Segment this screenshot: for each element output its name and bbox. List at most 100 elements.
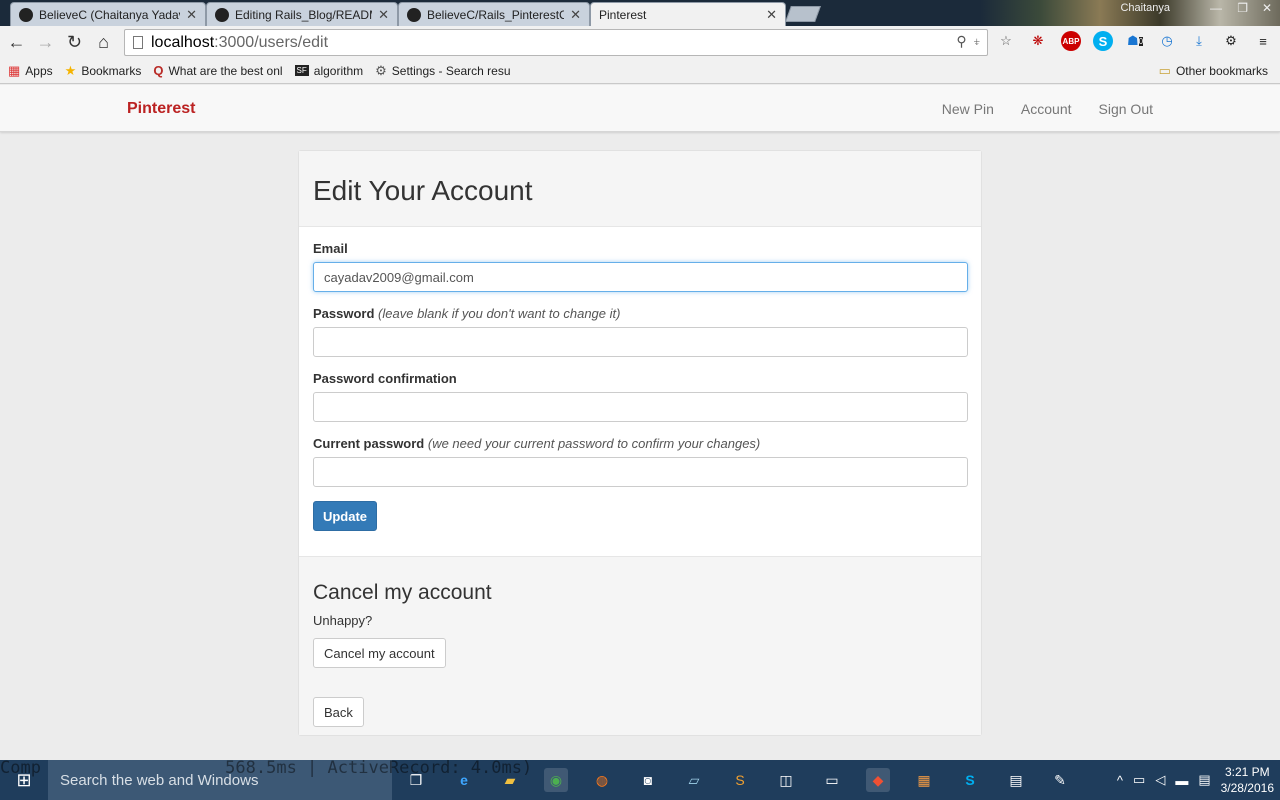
new-pin-link[interactable]: New Pin	[942, 101, 994, 117]
star-icon: ★	[64, 62, 77, 78]
new-tab-button[interactable]	[785, 6, 821, 22]
adblock-icon[interactable]: ABP	[1061, 31, 1081, 51]
current-password-group: Current password (we need your current p…	[313, 436, 968, 487]
forward-arrow-icon[interactable]: →	[31, 28, 60, 57]
notepad-icon[interactable]: ▱	[682, 768, 706, 792]
page-icon	[133, 36, 143, 49]
edit-account-panel: Edit Your Account Email Password (leave …	[298, 150, 982, 736]
current-password-label-text: Current password	[313, 436, 425, 451]
bookmark-star-icon[interactable]: ☆	[996, 31, 1016, 51]
other-bookmarks[interactable]: ▭ Other bookmarks	[1159, 63, 1268, 79]
password-label-text: Password	[313, 306, 375, 321]
office-icon[interactable]: ▦	[912, 768, 936, 792]
menu-icon[interactable]: ≡	[1253, 31, 1273, 51]
git-icon[interactable]: ◆	[866, 768, 890, 792]
web-page: Pinterest New Pin Account Sign Out Edit …	[0, 85, 1280, 760]
password-group: Password (leave blank if you don't want …	[313, 306, 968, 357]
paint-icon[interactable]: ✎	[1048, 768, 1072, 792]
clock-date: 3/28/2016	[1220, 781, 1274, 795]
quora-icon: Q	[153, 63, 164, 78]
bookmark-apps[interactable]: ▦ Apps	[8, 63, 53, 79]
cancel-account-button[interactable]: Cancel my account	[313, 638, 446, 668]
browser-tab-3[interactable]: BelieveC/Rails_PinterestCl ✕	[398, 2, 590, 26]
system-tray: ^ ▭ ◁ ▬ ▤ 3:21 PM 3/28/2016	[1117, 760, 1274, 800]
bookmark-bookmarks[interactable]: ★ Bookmarks	[65, 63, 142, 79]
firefox-icon[interactable]: ◍	[590, 768, 614, 792]
restore-icon[interactable]: ❐	[1237, 1, 1248, 15]
gear-icon[interactable]: ⚙	[1221, 31, 1241, 51]
reload-icon[interactable]: ↻	[60, 28, 89, 57]
sublime-icon[interactable]: S	[728, 768, 752, 792]
app-icon[interactable]: ◫	[774, 768, 798, 792]
github-icon	[19, 7, 33, 22]
extension-icon[interactable]: ☗ 0	[1125, 31, 1145, 51]
bookmark-algorithm[interactable]: SF algorithm	[294, 63, 364, 78]
panel-heading: Edit Your Account	[299, 151, 981, 227]
close-icon[interactable]: ✕	[766, 7, 777, 23]
browser-tab-2[interactable]: Editing Rails_Blog/READM ✕	[206, 2, 398, 26]
gear-icon: ⚙	[375, 62, 387, 78]
profile-name[interactable]: Chaitanya	[1120, 2, 1170, 14]
tab-strip: BelieveC (Chaitanya Yadav ✕ Editing Rail…	[0, 0, 1280, 26]
bookmark-label: Settings - Search resu	[391, 63, 511, 78]
clock[interactable]: 3:21 PM 3/28/2016	[1221, 764, 1274, 796]
password-hint: (leave blank if you don't want to change…	[378, 306, 621, 321]
browser-toolbar: ← → ↻ ⌂ localhost:3000/users/edit ⚲ ⍖ ☆ …	[0, 26, 1280, 58]
bookmarks-bar: ▦ Apps ★ Bookmarks Q What are the best onl …	[0, 58, 1280, 84]
current-password-label: Current password (we need your current p…	[313, 436, 967, 451]
folder-icon: ▭	[1158, 62, 1171, 78]
nav-links: New Pin Account Sign Out	[942, 101, 1153, 117]
bookmark-settings[interactable]: ⚙ Settings - Search resu	[375, 63, 510, 79]
sign-out-link[interactable]: Sign Out	[1099, 101, 1153, 117]
zoom-icon[interactable]: ⚲	[956, 33, 966, 50]
camera-icon[interactable]: ◙	[636, 768, 660, 792]
browser-tab-active[interactable]: Pinterest ✕	[590, 2, 786, 26]
terminal-icon[interactable]: ▭	[820, 768, 844, 792]
current-password-hint: (we need your current password to confir…	[427, 436, 761, 451]
close-icon[interactable]: ✕	[186, 7, 197, 23]
battery-icon[interactable]: ▬	[1175, 773, 1188, 788]
account-link[interactable]: Account	[1021, 101, 1072, 117]
cancel-account-section: Cancel my account Unhappy? Cancel my acc…	[299, 556, 981, 735]
back-button[interactable]: Back	[313, 697, 364, 727]
bookmark-label: algorithm	[313, 63, 364, 78]
password-confirmation-label-text: Password confirmation	[313, 371, 457, 386]
email-group: Email	[313, 241, 968, 292]
extension-badge: 0	[1138, 36, 1144, 46]
password-confirmation-group: Password confirmation	[313, 371, 968, 422]
close-icon[interactable]: ✕	[570, 7, 581, 23]
email-label: Email	[313, 241, 967, 256]
github-icon	[215, 7, 229, 22]
current-password-field[interactable]	[313, 457, 968, 487]
download-icon[interactable]: ⤓	[1189, 31, 1209, 51]
browser-tab-1[interactable]: BelieveC (Chaitanya Yadav ✕	[10, 2, 206, 26]
clock-time: 3:21 PM	[1224, 765, 1270, 779]
pin-icon[interactable]: ⍖	[973, 33, 981, 50]
home-icon[interactable]: ⌂	[89, 28, 118, 57]
notifications-icon[interactable]: ▤	[1198, 772, 1210, 788]
skype-icon[interactable]: S	[1093, 31, 1113, 51]
close-icon[interactable]: ✕	[378, 7, 389, 23]
lastpass-icon[interactable]: ❋	[1028, 31, 1048, 51]
password-confirmation-field[interactable]	[313, 392, 968, 422]
tab-title: Editing Rails_Blog/READM	[235, 7, 373, 22]
history-icon[interactable]: ◷	[1157, 31, 1177, 51]
email-label-text: Email	[313, 241, 348, 256]
minimize-icon[interactable]: —	[1210, 1, 1222, 15]
bookmark-quora[interactable]: Q What are the best onl	[153, 63, 282, 78]
back-arrow-icon[interactable]: ←	[2, 28, 31, 57]
close-window-icon[interactable]: ✕	[1262, 1, 1272, 15]
chrome-icon[interactable]: ◉	[544, 768, 568, 792]
github-icon	[407, 7, 421, 22]
network-icon[interactable]: ▭	[1133, 772, 1145, 788]
skype-icon[interactable]: S	[958, 768, 982, 792]
video-icon[interactable]: ▤	[1004, 768, 1028, 792]
sf-icon: SF	[294, 65, 309, 76]
address-bar[interactable]: localhost:3000/users/edit ⚲ ⍖	[124, 29, 988, 56]
update-button[interactable]: Update	[313, 501, 377, 531]
email-field[interactable]	[313, 262, 968, 292]
chevron-up-icon[interactable]: ^	[1117, 773, 1123, 788]
brand-link[interactable]: Pinterest	[127, 100, 195, 118]
password-field[interactable]	[313, 327, 968, 357]
volume-icon[interactable]: ◁	[1155, 772, 1165, 788]
